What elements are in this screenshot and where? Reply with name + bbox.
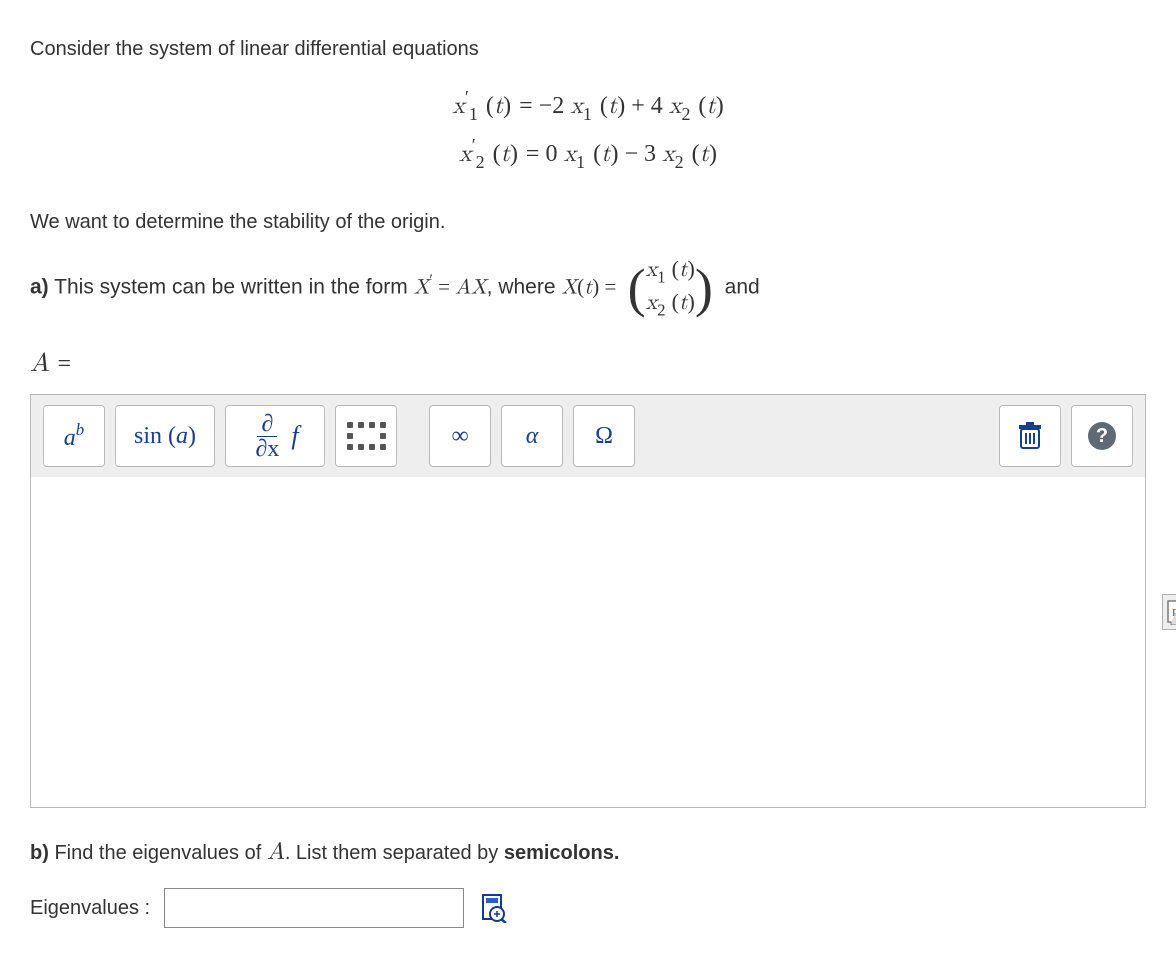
matrix-icon	[347, 422, 386, 450]
exponent-button[interactable]: ab	[43, 405, 105, 467]
stability-text: We want to determine the stability of th…	[30, 207, 1146, 237]
eigenvalues-label: Eigenvalues :	[30, 897, 150, 920]
math-toolbar: ab sin (a) ∂ ∂x f	[31, 395, 1145, 477]
omega-button[interactable]: Ω	[573, 405, 635, 467]
matrix-button[interactable]	[335, 405, 397, 467]
side-palette-button[interactable]: P	[1162, 594, 1176, 630]
palette-icon: P	[1167, 599, 1176, 625]
a-equals-label: A =	[30, 349, 1146, 380]
matrix-input-area[interactable]	[31, 477, 1145, 807]
equation-2: x′2 (t) = 0 x1 (t) − 3 x2 (t)	[30, 130, 1146, 178]
help-icon: ?	[1088, 422, 1116, 450]
part-b-text: b) Find the eigenvalues of A. List them …	[30, 834, 1146, 870]
equation-1: x′1 (t) = −2 x1 (t) + 4 x2 (t)	[30, 82, 1146, 130]
trash-icon	[1017, 421, 1043, 451]
equation-preview-button[interactable]	[478, 890, 510, 926]
system-equations: x′1 (t) = −2 x1 (t) + 4 x2 (t) x′2 (t) =…	[30, 82, 1146, 177]
trash-button[interactable]	[999, 405, 1061, 467]
preview-icon	[481, 893, 507, 923]
part-b-label: b)	[30, 842, 49, 864]
intro-text: Consider the system of linear differenti…	[30, 34, 1146, 64]
svg-text:P: P	[1172, 607, 1176, 619]
infinity-button[interactable]: ∞	[429, 405, 491, 467]
alpha-button[interactable]: α	[501, 405, 563, 467]
trig-button[interactable]: sin (a)	[115, 405, 215, 467]
derivative-button[interactable]: ∂ ∂x f	[225, 405, 325, 467]
eigenvalues-input[interactable]	[164, 888, 464, 928]
part-a-label: a)	[30, 276, 49, 299]
part-b: b) Find the eigenvalues of A. List them …	[30, 834, 1146, 928]
matrix-editor: ab sin (a) ∂ ∂x f	[30, 394, 1146, 808]
xt-vector: ( x1 (t) x2 (t) )	[628, 255, 713, 321]
help-button[interactable]: ?	[1071, 405, 1133, 467]
part-a-text: a) This system can be written in the for…	[30, 255, 1146, 321]
